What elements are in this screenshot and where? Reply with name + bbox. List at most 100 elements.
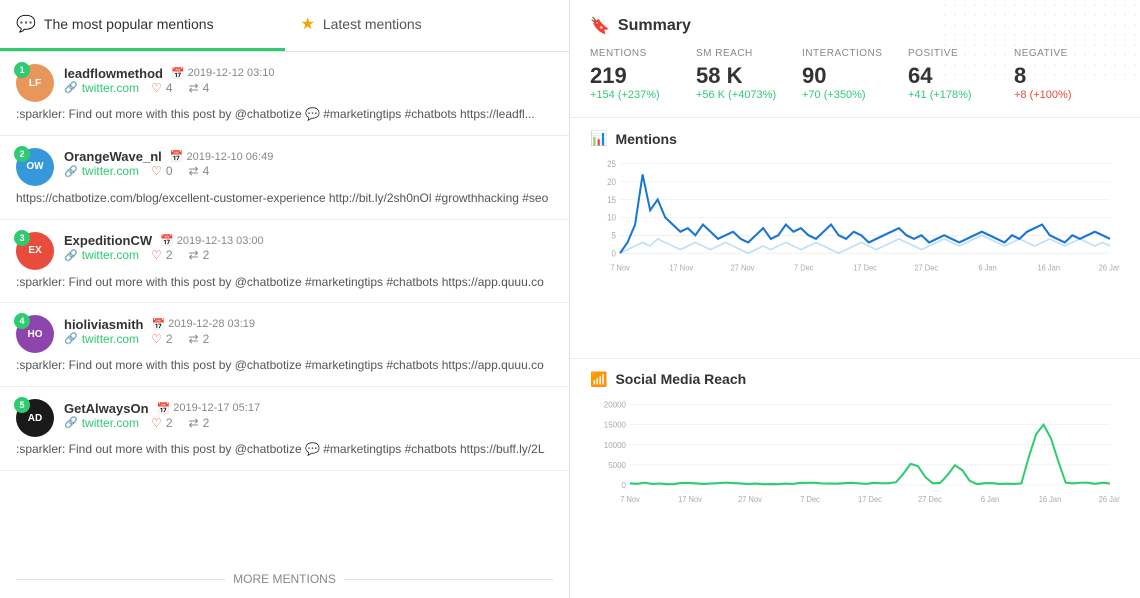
svg-text:17 Nov: 17 Nov [669, 264, 693, 273]
mention-text: :sparkler: Find out more with this post … [16, 106, 553, 123]
svg-text:15: 15 [607, 195, 616, 205]
smreach-chart-area: 05000100001500020000 7 Nov17 Nov27 Nov7 … [590, 396, 1120, 506]
stat-value: 64 [908, 63, 998, 89]
svg-text:7 Nov: 7 Nov [620, 494, 640, 503]
svg-text:0: 0 [612, 249, 617, 259]
stat-change: +8 (+100%) [1014, 89, 1104, 101]
bar-chart-icon: 📊 [590, 130, 607, 147]
avatar: 5 AD [16, 399, 54, 437]
right-panel: 🔖 Summary MENTIONS 219 +154 (+237%) SM R… [570, 0, 1140, 598]
stat-label: SM REACH [696, 48, 786, 59]
wifi-icon: 📶 [590, 371, 607, 388]
share-icon: 🔗 [64, 249, 78, 262]
tab-popular-label: The most popular mentions [44, 16, 214, 32]
avatar: 3 EX [16, 232, 54, 270]
avatar: 2 OW [16, 148, 54, 186]
summary-section: 🔖 Summary MENTIONS 219 +154 (+237%) SM R… [570, 0, 1140, 118]
tab-latest-label: Latest mentions [323, 16, 422, 32]
svg-text:7 Nov: 7 Nov [610, 264, 630, 273]
source-link[interactable]: 🔗 twitter.com [64, 416, 139, 430]
svg-text:20: 20 [607, 177, 616, 187]
stat-group: POSITIVE 64 +41 (+178%) [908, 48, 1014, 101]
tab-latest[interactable]: ★ Latest mentions [285, 0, 570, 51]
mentions-list: 1 LF leadflowmethod 📅2019-12-12 03:10 🔗 … [0, 52, 569, 560]
smreach-chart-section: 📶 Social Media Reach 0500010000150002000… [570, 359, 1140, 598]
mentions-chart-section: 📊 Mentions 0510152025 7 Nov17 Nov27 Nov7… [570, 118, 1140, 358]
svg-text:20000: 20000 [604, 400, 627, 409]
more-mentions-button[interactable]: MORE MENTIONS [0, 560, 569, 598]
stat-value: 219 [590, 63, 680, 89]
svg-text:26 Jan: 26 Jan [1099, 494, 1120, 503]
likes-count: ♡ 2 [151, 332, 172, 346]
stat-change: +41 (+178%) [908, 89, 998, 101]
avatar: 4 HO [16, 315, 54, 353]
rank-badge: 4 [14, 313, 30, 329]
likes-count: ♡ 2 [151, 416, 172, 430]
svg-text:17 Dec: 17 Dec [858, 494, 882, 503]
bookmark-icon: 🔖 [590, 16, 610, 36]
stat-value: 8 [1014, 63, 1104, 89]
mentions-chart-title: 📊 Mentions [590, 130, 1120, 147]
username: leadflowmethod [64, 66, 163, 81]
date: 📅2019-12-13 03:00 [160, 234, 264, 247]
svg-text:27 Dec: 27 Dec [918, 494, 942, 503]
share-icon: 🔗 [64, 165, 78, 178]
mention-item: 2 OW OrangeWave_nl 📅2019-12-10 06:49 🔗 t… [0, 136, 569, 220]
stat-label: POSITIVE [908, 48, 998, 59]
stat-value: 90 [802, 63, 892, 89]
stat-change: +56 K (+4073%) [696, 89, 786, 101]
mention-text: :sparkler: Find out more with this post … [16, 274, 553, 291]
divider-left [16, 579, 225, 580]
likes-count: ♡ 4 [151, 81, 172, 95]
retweets-count: ⇄ 2 [189, 416, 210, 430]
left-panel: 💬 The most popular mentions ★ Latest men… [0, 0, 570, 598]
summary-title: 🔖 Summary [590, 16, 1120, 36]
stat-label: MENTIONS [590, 48, 680, 59]
username: ExpeditionCW [64, 233, 152, 248]
svg-text:5: 5 [612, 231, 617, 241]
share-icon: 🔗 [64, 416, 78, 429]
svg-text:27 Nov: 27 Nov [738, 494, 762, 503]
date: 📅2019-12-10 06:49 [170, 150, 274, 163]
stat-label: INTERACTIONS [802, 48, 892, 59]
stat-group: INTERACTIONS 90 +70 (+350%) [802, 48, 908, 101]
svg-text:15000: 15000 [604, 420, 627, 429]
source-link[interactable]: 🔗 twitter.com [64, 81, 139, 95]
likes-count: ♡ 0 [151, 164, 172, 178]
tab-popular[interactable]: 💬 The most popular mentions [0, 0, 285, 51]
svg-text:27 Dec: 27 Dec [914, 264, 938, 273]
username: OrangeWave_nl [64, 149, 162, 164]
source-link[interactable]: 🔗 twitter.com [64, 332, 139, 346]
svg-text:26 Jan: 26 Jan [1099, 264, 1120, 273]
svg-text:27 Nov: 27 Nov [731, 264, 755, 273]
mentions-chart-area: 0510152025 7 Nov17 Nov27 Nov7 Dec17 Dec2… [590, 155, 1120, 275]
svg-text:6 Jan: 6 Jan [981, 494, 999, 503]
source-link[interactable]: 🔗 twitter.com [64, 248, 139, 262]
svg-text:17 Dec: 17 Dec [853, 264, 877, 273]
stat-change: +154 (+237%) [590, 89, 680, 101]
tabs-container: 💬 The most popular mentions ★ Latest men… [0, 0, 569, 52]
svg-text:6 Jan: 6 Jan [978, 264, 996, 273]
svg-text:10: 10 [607, 213, 616, 223]
retweets-count: ⇄ 2 [189, 248, 210, 262]
rank-badge: 2 [14, 146, 30, 162]
retweets-count: ⇄ 2 [189, 332, 210, 346]
svg-text:17 Nov: 17 Nov [678, 494, 702, 503]
stat-group: NEGATIVE 8 +8 (+100%) [1014, 48, 1120, 101]
share-icon: 🔗 [64, 332, 78, 345]
username: hioliviasmith [64, 317, 143, 332]
more-mentions-label: MORE MENTIONS [233, 572, 336, 586]
rank-badge: 3 [14, 230, 30, 246]
rank-badge: 5 [14, 397, 30, 413]
summary-stats: MENTIONS 219 +154 (+237%) SM REACH 58 K … [590, 48, 1120, 101]
mention-text: :sparkler: Find out more with this post … [16, 357, 553, 374]
smreach-chart-title: 📶 Social Media Reach [590, 371, 1120, 388]
username: GetAlwaysOn [64, 401, 149, 416]
mention-item: 1 LF leadflowmethod 📅2019-12-12 03:10 🔗 … [0, 52, 569, 136]
source-link[interactable]: 🔗 twitter.com [64, 164, 139, 178]
date: 📅2019-12-17 05:17 [157, 402, 261, 415]
svg-text:5000: 5000 [608, 461, 626, 470]
share-icon: 🔗 [64, 81, 78, 94]
mention-text: :sparkler: Find out more with this post … [16, 441, 553, 458]
mention-text: https://chatbotize.com/blog/excellent-cu… [16, 190, 553, 207]
